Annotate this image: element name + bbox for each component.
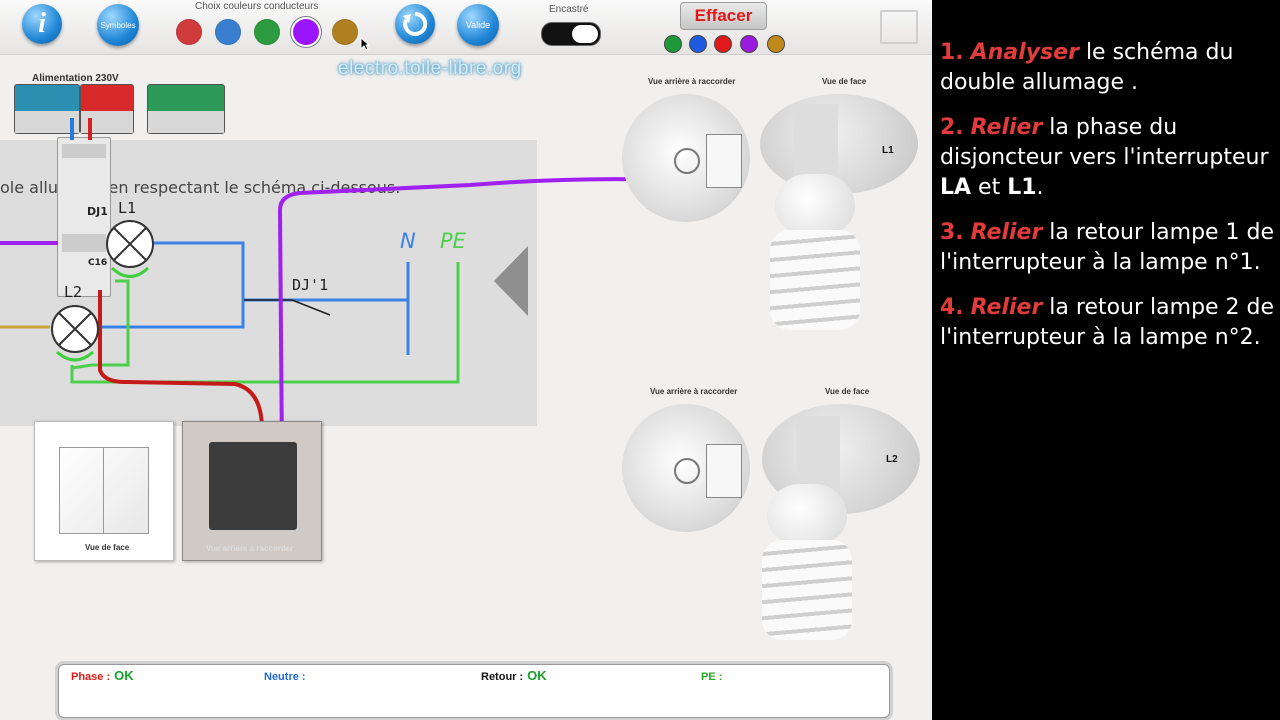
- lamp1-back-label: Vue arrière à raccorder: [648, 77, 736, 86]
- lamp2-bulb: [762, 484, 852, 640]
- lamp2-back-label: Vue arrière à raccorder: [650, 387, 738, 396]
- lamp1-label: L1: [118, 199, 137, 217]
- lamp2-name: L2: [886, 454, 898, 465]
- switch-front-label: Vue de face: [85, 543, 130, 552]
- breaker-label: DJ1: [87, 205, 108, 218]
- lamp1-front-label: Vue de face: [822, 77, 867, 86]
- status-phase-value: OK: [114, 668, 134, 683]
- switch-back-label: Vue arrière à raccorder: [206, 544, 294, 553]
- lamp1-bulb: [770, 174, 860, 330]
- lamp1-name: L1: [882, 145, 894, 156]
- lamp2-socket-back[interactable]: [622, 404, 750, 532]
- lamp1-socket-back[interactable]: [622, 94, 750, 222]
- status-return: Retour : OK: [481, 668, 547, 683]
- status-bar: Phase : OK Neutre : Retour : OK PE :: [58, 664, 890, 718]
- switch-front-card: Vue de face: [34, 421, 174, 561]
- status-phase: Phase : OK: [71, 668, 134, 683]
- lamp2-label: L2: [64, 283, 83, 301]
- instructions-panel: 1. Analyser le schéma du double allumage…: [940, 38, 1275, 368]
- breaker-rating: C16: [88, 258, 108, 268]
- step-3: 3. Relier la retour lampe 1 de l'interru…: [940, 220, 1275, 275]
- app-canvas: i Symboles Choix couleurs conducteurs Va…: [0, 0, 932, 720]
- switch-rocker[interactable]: [59, 447, 149, 534]
- lamp2-front-label: Vue de face: [825, 387, 870, 396]
- step-4: 4. Relier la retour lampe 2 de l'interru…: [940, 295, 1275, 350]
- switch-label: DJ'1: [292, 276, 329, 294]
- step-2: 2. Relier la phase du disjoncteur vers l…: [940, 115, 1269, 200]
- lamp-l1-symbol: [106, 220, 154, 268]
- status-neutral: Neutre :: [264, 671, 306, 683]
- switch-back-card: Vue arrière à raccorder: [182, 421, 322, 561]
- status-pe: PE :: [701, 671, 723, 683]
- neutral-label: N: [400, 229, 416, 253]
- status-return-value: OK: [527, 668, 547, 683]
- step-1: 1. Analyser le schéma du double allumage…: [940, 40, 1234, 95]
- earth-label: PE: [440, 229, 466, 253]
- lamp-l2-symbol: [51, 305, 99, 353]
- switch-terminal-block[interactable]: [209, 442, 297, 530]
- back-arrow-icon: [494, 246, 528, 316]
